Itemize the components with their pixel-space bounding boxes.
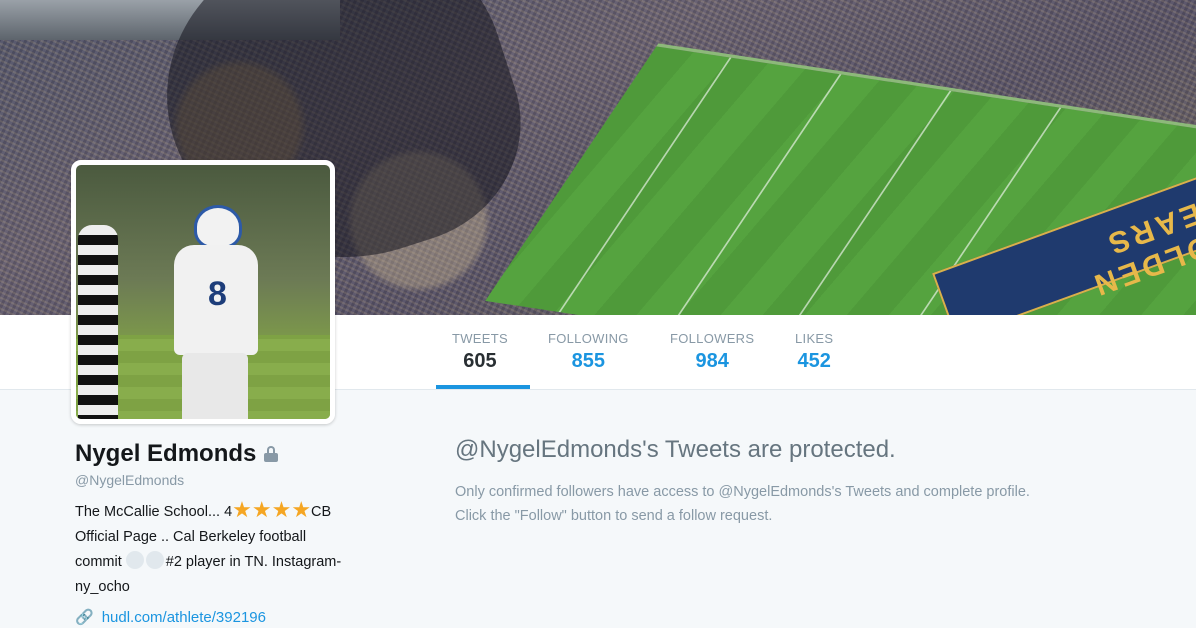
stat-value: 452 [797, 350, 831, 372]
link-icon: 🔗 [75, 609, 94, 626]
bio-text: CB [311, 504, 332, 520]
lock-icon [264, 446, 279, 462]
emoji-icon [145, 551, 164, 569]
stat-label: LIKES [795, 331, 834, 346]
bio-text: The McCallie School... 4 [75, 504, 233, 520]
helmet [194, 205, 242, 249]
protected-description: Only confirmed followers have access to … [455, 480, 1185, 528]
bio-text: Official Page .. Cal Berkeley football [75, 529, 307, 545]
name-row: Nygel Edmonds [75, 440, 405, 468]
stat-followers[interactable]: FOLLOWERS 984 [670, 331, 754, 373]
stat-likes[interactable]: LIKES 452 [795, 331, 833, 373]
profile-card: Nygel Edmonds @NygelEdmonds The McCallie… [75, 440, 405, 626]
bio-text: commit [75, 554, 122, 570]
bio-text: ny_ocho [75, 579, 130, 595]
jersey: 8 [174, 245, 258, 355]
jersey-number: 8 [208, 275, 227, 313]
stat-value: 855 [571, 350, 606, 372]
profile-avatar[interactable]: 8 [71, 160, 335, 424]
protected-line: Only confirmed followers have access to … [455, 484, 1030, 500]
profile-bio: The McCallie School... 4★★★★CB Official … [75, 497, 405, 600]
player-legs [182, 353, 248, 419]
stat-following[interactable]: FOLLOWING 855 [548, 331, 629, 373]
protected-notice: @NygelEdmonds's Tweets are protected. On… [455, 436, 1185, 528]
profile-handle[interactable]: @NygelEdmonds [75, 472, 405, 488]
star-icon: ★★★★ [232, 497, 312, 522]
protected-line: Click the "Follow" button to send a foll… [455, 508, 773, 524]
emoji-icon [125, 551, 144, 569]
profile-name[interactable]: Nygel Edmonds [75, 440, 256, 468]
stat-value: 605 [463, 350, 497, 372]
protected-title: @NygelEdmonds's Tweets are protected. [455, 436, 896, 463]
stat-value: 984 [695, 350, 729, 372]
stat-label: TWEETS [452, 331, 508, 346]
player-figure: 8 [164, 205, 264, 419]
stat-label: FOLLOWERS [670, 331, 755, 346]
stat-label: FOLLOWING [548, 331, 629, 346]
profile-url[interactable]: hudl.com/athlete/392196 [102, 609, 266, 626]
profile-link-row: 🔗 hudl.com/athlete/392196 [75, 608, 405, 627]
referee [78, 225, 118, 419]
bio-text: #2 player in TN. Instagram- [165, 554, 342, 570]
stat-tweets[interactable]: TWEETS 605 [452, 331, 508, 373]
active-tab-indicator [436, 385, 530, 389]
